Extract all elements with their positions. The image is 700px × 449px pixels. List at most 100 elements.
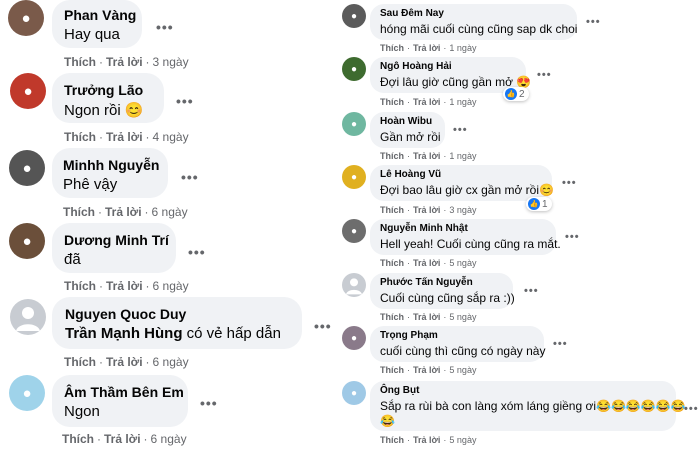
comment-item: ● Hoàn Wibu Gần mở rồi ••• Thích · Trả lời… [340,112,700,164]
comment-text: Ngon [64,403,100,420]
author-name[interactable]: Âm Thầm Bên Em [64,384,184,400]
comment-item: Nguyen Quoc Duy Trần Mạnh Hùng có vẻ hấp… [0,297,340,373]
like-link[interactable]: Thích [380,312,404,322]
author-name[interactable]: Ngô Hoàng Hải [380,61,452,72]
more-options-button[interactable]: ••• [181,170,199,184]
like-link[interactable]: Thích [63,205,95,219]
tagged-user[interactable]: Trần Mạnh Hùng [65,325,183,342]
more-options-button[interactable]: ••• [176,94,194,108]
reaction-count[interactable]: 👍 1 [526,197,552,211]
timestamp[interactable]: 6 ngày [152,205,188,219]
avatar[interactable] [342,273,366,297]
reply-link[interactable]: Trả lời [106,355,143,369]
avatar[interactable]: ● [8,0,44,36]
avatar[interactable] [10,299,46,335]
reply-link[interactable]: Trả lời [106,55,143,69]
more-options-button[interactable]: ••• [565,232,580,243]
like-link[interactable]: Thích [380,43,404,53]
more-options-button[interactable]: ••• [537,70,552,81]
timestamp[interactable]: 1 ngày [449,151,476,161]
comment-text: hóng mãi cuối cùng cũng sap dk choi [380,22,578,36]
like-link[interactable]: Thích [64,55,96,69]
more-options-button[interactable]: ••• [453,125,468,136]
avatar[interactable]: ● [342,57,366,81]
timestamp[interactable]: 3 ngày [449,205,476,215]
more-options-button[interactable]: ••• [188,245,206,259]
avatar[interactable]: ● [9,150,45,186]
author-name[interactable]: Trọng Phạm [380,330,438,341]
avatar[interactable]: ● [10,73,46,109]
reply-link[interactable]: Trả lời [413,435,440,445]
like-link[interactable]: Thích [64,279,96,293]
more-options-button[interactable]: ••• [524,286,539,297]
reaction-count[interactable]: 👍 2 [503,87,529,101]
reply-link[interactable]: Trả lời [106,279,143,293]
author-name[interactable]: Hoàn Wibu [380,116,432,127]
avatar[interactable]: ● [342,219,366,243]
reply-link[interactable]: Trả lời [106,130,143,144]
timestamp[interactable]: 5 ngày [449,435,476,445]
comment-meta: Thích · Trả lời · 6 ngày [64,355,189,369]
like-link[interactable]: Thích [380,365,404,375]
reply-link[interactable]: Trả lời [105,205,142,219]
avatar[interactable]: ● [9,375,45,411]
timestamp[interactable]: 5 ngày [449,258,476,268]
more-options-button[interactable]: ••• [314,319,332,333]
author-name[interactable]: Dương Minh Trí [64,232,169,248]
comment-text-continued: 😂 [380,414,395,428]
reply-link[interactable]: Trả lời [413,97,440,107]
avatar[interactable]: ● [342,381,366,405]
reply-link[interactable]: Trả lời [413,312,440,322]
comment-bubble: Minhh Nguyễn Phê vậy [52,148,168,198]
more-options-button[interactable]: ••• [553,339,568,350]
comment-meta: Thích · Trả lời · 1 ngày [380,43,477,53]
more-options-button[interactable]: ••• [586,17,601,28]
author-name[interactable]: Nguyễn Minh Nhật [380,223,468,234]
author-name[interactable]: Minhh Nguyễn [63,157,159,173]
author-name[interactable]: Lê Hoàng Vũ [380,169,441,180]
timestamp[interactable]: 3 ngày [153,55,189,69]
author-name[interactable]: Ông Bụt [380,385,419,396]
like-link[interactable]: Thích [64,355,96,369]
timestamp[interactable]: 6 ngày [153,355,189,369]
avatar[interactable]: ● [342,112,366,136]
like-link[interactable]: Thích [380,151,404,161]
timestamp[interactable]: 6 ngày [151,432,187,446]
timestamp[interactable]: 5 ngày [449,365,476,375]
like-link[interactable]: Thích [380,258,404,268]
like-link[interactable]: Thích [64,130,96,144]
reply-link[interactable]: Trả lời [104,432,141,446]
reply-link[interactable]: Trả lời [413,151,440,161]
avatar[interactable]: ● [342,4,366,28]
comment-bubble: Âm Thầm Bên Em Ngon [52,375,188,427]
avatar[interactable]: ● [342,326,366,350]
timestamp[interactable]: 4 ngày [153,130,189,144]
reply-link[interactable]: Trả lời [413,205,440,215]
timestamp[interactable]: 1 ngày [449,43,476,53]
comment-bubble: Trưởng Lão Ngon rồi 😊 [52,73,164,123]
timestamp[interactable]: 6 ngày [153,279,189,293]
comment-item: ● Ngô Hoàng Hải Đợi lâu giờ cũng gần mở … [340,57,700,111]
more-options-button[interactable]: ••• [156,20,174,34]
avatar[interactable]: ● [9,223,45,259]
reply-link[interactable]: Trả lời [413,258,440,268]
reply-link[interactable]: Trả lời [413,43,440,53]
avatar[interactable]: ● [342,165,366,189]
more-options-button[interactable]: ••• [200,396,218,410]
like-link[interactable]: Thích [380,97,404,107]
more-options-button[interactable]: ••• [684,404,699,415]
author-name[interactable]: Trưởng Lão [64,82,143,98]
author-name[interactable]: Phan Vàng [64,7,136,23]
like-link[interactable]: Thích [380,205,404,215]
timestamp[interactable]: 1 ngày [449,97,476,107]
more-options-button[interactable]: ••• [562,178,577,189]
like-link[interactable]: Thích [62,432,94,446]
reply-link[interactable]: Trả lời [413,365,440,375]
timestamp[interactable]: 5 ngày [449,312,476,322]
like-link[interactable]: Thích [380,435,404,445]
default-avatar-icon [346,278,362,295]
author-name[interactable]: Sau Đêm Nay [380,8,444,19]
comment-meta: Thích · Trả lời · 5 ngày [380,258,477,268]
author-name[interactable]: Nguyen Quoc Duy [65,306,186,322]
author-name[interactable]: Phước Tấn Nguyễn [380,277,473,288]
